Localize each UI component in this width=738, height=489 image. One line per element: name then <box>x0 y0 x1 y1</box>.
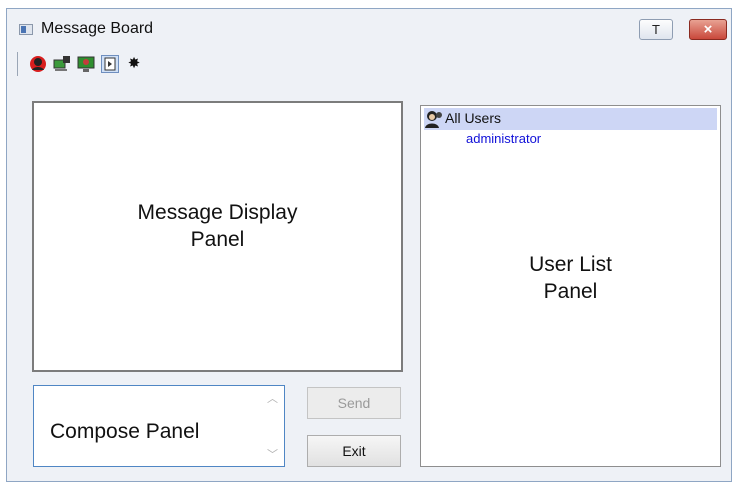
compose-scrollbar[interactable]: ︿ ﹀ <box>264 386 284 466</box>
message-display-label: Message Display Panel <box>137 201 298 251</box>
compose-panel-label: Compose Panel <box>50 420 200 443</box>
gear-icon[interactable]: ✸ <box>125 55 143 73</box>
monitor-user-icon[interactable] <box>53 55 71 73</box>
toolbar: ✸ <box>15 49 215 77</box>
message-display-panel[interactable]: Message Display Panel <box>32 101 403 372</box>
exit-button[interactable]: Exit <box>307 435 401 467</box>
all-users-row[interactable]: All Users <box>424 108 717 130</box>
panel-toggle-icon[interactable] <box>101 55 119 73</box>
pin-button[interactable]: T <box>639 19 673 40</box>
toolbar-separator <box>17 52 18 76</box>
scroll-up-icon[interactable]: ︿ <box>267 390 278 406</box>
user-group-icon <box>424 109 444 129</box>
window-title: Message Board <box>41 20 154 37</box>
title-bar[interactable]: Message Board T × <box>7 9 731 47</box>
red-user-icon[interactable] <box>29 55 47 73</box>
green-monitor-icon[interactable] <box>77 55 95 73</box>
user-list-label: User List Panel <box>529 253 612 303</box>
send-button[interactable]: Send <box>307 387 401 419</box>
compose-panel[interactable]: Compose Panel ︿ ﹀ <box>33 385 285 467</box>
user-list-panel[interactable]: All Users administrator User List Panel <box>420 105 721 467</box>
app-icon <box>19 24 33 35</box>
user-item[interactable]: administrator <box>466 131 541 146</box>
scroll-down-icon[interactable]: ﹀ <box>267 446 278 462</box>
all-users-label: All Users <box>445 110 502 126</box>
message-board-window: Message Board T × ✸ Message Display Pane… <box>6 8 732 482</box>
close-button[interactable]: × <box>689 19 727 40</box>
